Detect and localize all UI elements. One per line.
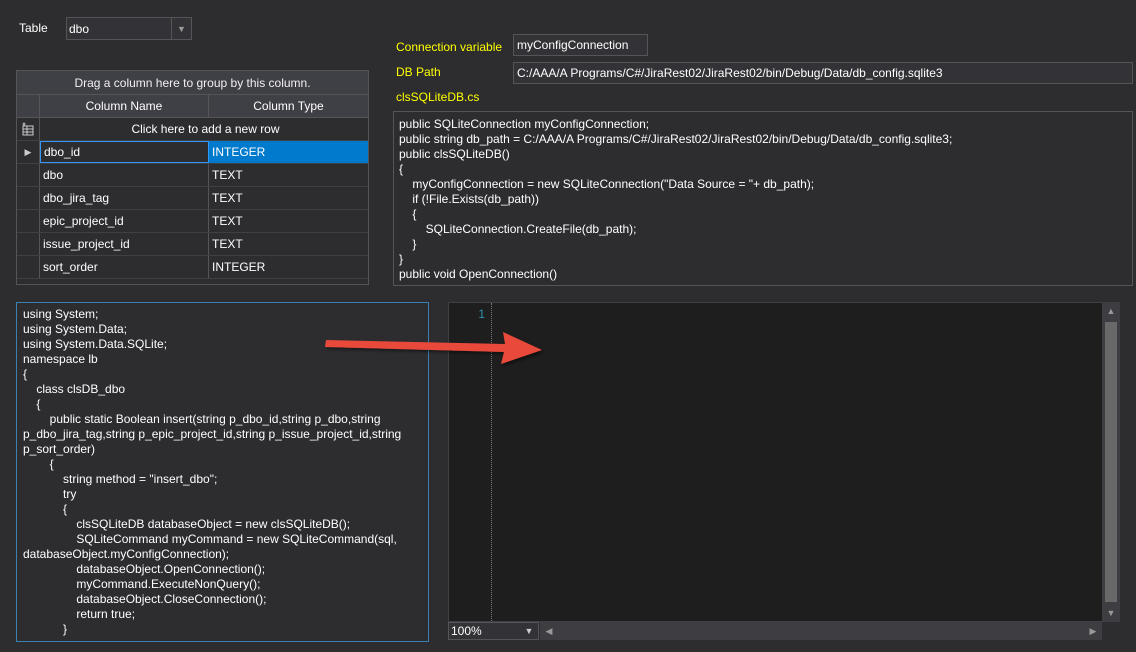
table-select-value: dbo (69, 21, 90, 36)
grid-header-row: Column Name Column Type (17, 95, 368, 118)
scroll-track[interactable] (558, 625, 1084, 637)
db-path-field[interactable]: C:/AAA/A Programs/C#/JiraRest02/JiraRest… (513, 62, 1133, 84)
scroll-thumb[interactable] (1105, 322, 1117, 602)
columns-grid: Drag a column here to group by this colu… (16, 70, 369, 285)
header-column-name[interactable]: Column Name (40, 95, 209, 117)
group-by-panel[interactable]: Drag a column here to group by this colu… (17, 71, 368, 95)
new-row-hint: Click here to add a new row (131, 122, 280, 136)
scroll-left-icon[interactable]: ◀ (540, 622, 558, 640)
new-row[interactable]: Click here to add a new row (17, 118, 368, 141)
editor-vertical-scrollbar[interactable]: ▲ ▼ (1102, 302, 1120, 622)
db-path-label: DB Path (396, 65, 441, 79)
cls-code-textbox[interactable]: public SQLiteConnection myConfigConnecti… (393, 111, 1133, 286)
table-row[interactable]: dbo TEXT (17, 164, 368, 187)
scroll-right-icon[interactable]: ▶ (1084, 622, 1102, 640)
table-row[interactable]: epic_project_id TEXT (17, 210, 368, 233)
zoom-value: 100% (451, 624, 482, 638)
cell-column-type[interactable]: INTEGER (209, 141, 368, 163)
cell-column-type[interactable]: TEXT (209, 164, 368, 186)
zoom-select[interactable]: 100% ▼ (448, 622, 539, 640)
scroll-down-icon[interactable]: ▼ (1102, 604, 1120, 622)
cell-column-name[interactable]: dbo_jira_tag (40, 187, 209, 209)
cell-column-type[interactable]: TEXT (209, 210, 368, 232)
cell-column-type[interactable]: TEXT (209, 187, 368, 209)
editor-horizontal-scrollbar[interactable]: ◀ ▶ (540, 622, 1102, 640)
cell-column-name[interactable]: sort_order (40, 256, 209, 278)
header-column-type[interactable]: Column Type (209, 95, 368, 117)
connection-variable-label: Connection variable (396, 40, 503, 54)
connection-variable-field[interactable]: myConfigConnection (513, 34, 648, 56)
cell-column-name[interactable]: dbo_id (40, 141, 209, 163)
table-row[interactable]: issue_project_id TEXT (17, 233, 368, 256)
current-row-icon: ▶ (17, 141, 40, 163)
cell-column-name[interactable]: epic_project_id (40, 210, 209, 232)
annotation-arrow-icon (325, 332, 542, 364)
chevron-down-icon[interactable]: ▼ (171, 18, 191, 39)
table-row[interactable]: sort_order INTEGER (17, 256, 368, 279)
chevron-down-icon[interactable]: ▼ (520, 626, 538, 636)
table-row[interactable]: dbo_jira_tag TEXT (17, 187, 368, 210)
row-indicator-header (17, 95, 40, 117)
add-row-icon (17, 118, 40, 140)
cell-column-type[interactable]: TEXT (209, 233, 368, 255)
scroll-up-icon[interactable]: ▲ (1102, 302, 1120, 320)
cell-column-name[interactable]: issue_project_id (40, 233, 209, 255)
table-label: Table (19, 21, 48, 35)
table-select[interactable]: dbo ▼ (66, 17, 192, 40)
cell-column-type[interactable]: INTEGER (209, 256, 368, 278)
cls-file-label: clsSQLiteDB.cs (396, 90, 480, 104)
cell-column-name[interactable]: dbo (40, 164, 209, 186)
table-row[interactable]: ▶ dbo_id INTEGER (17, 141, 368, 164)
